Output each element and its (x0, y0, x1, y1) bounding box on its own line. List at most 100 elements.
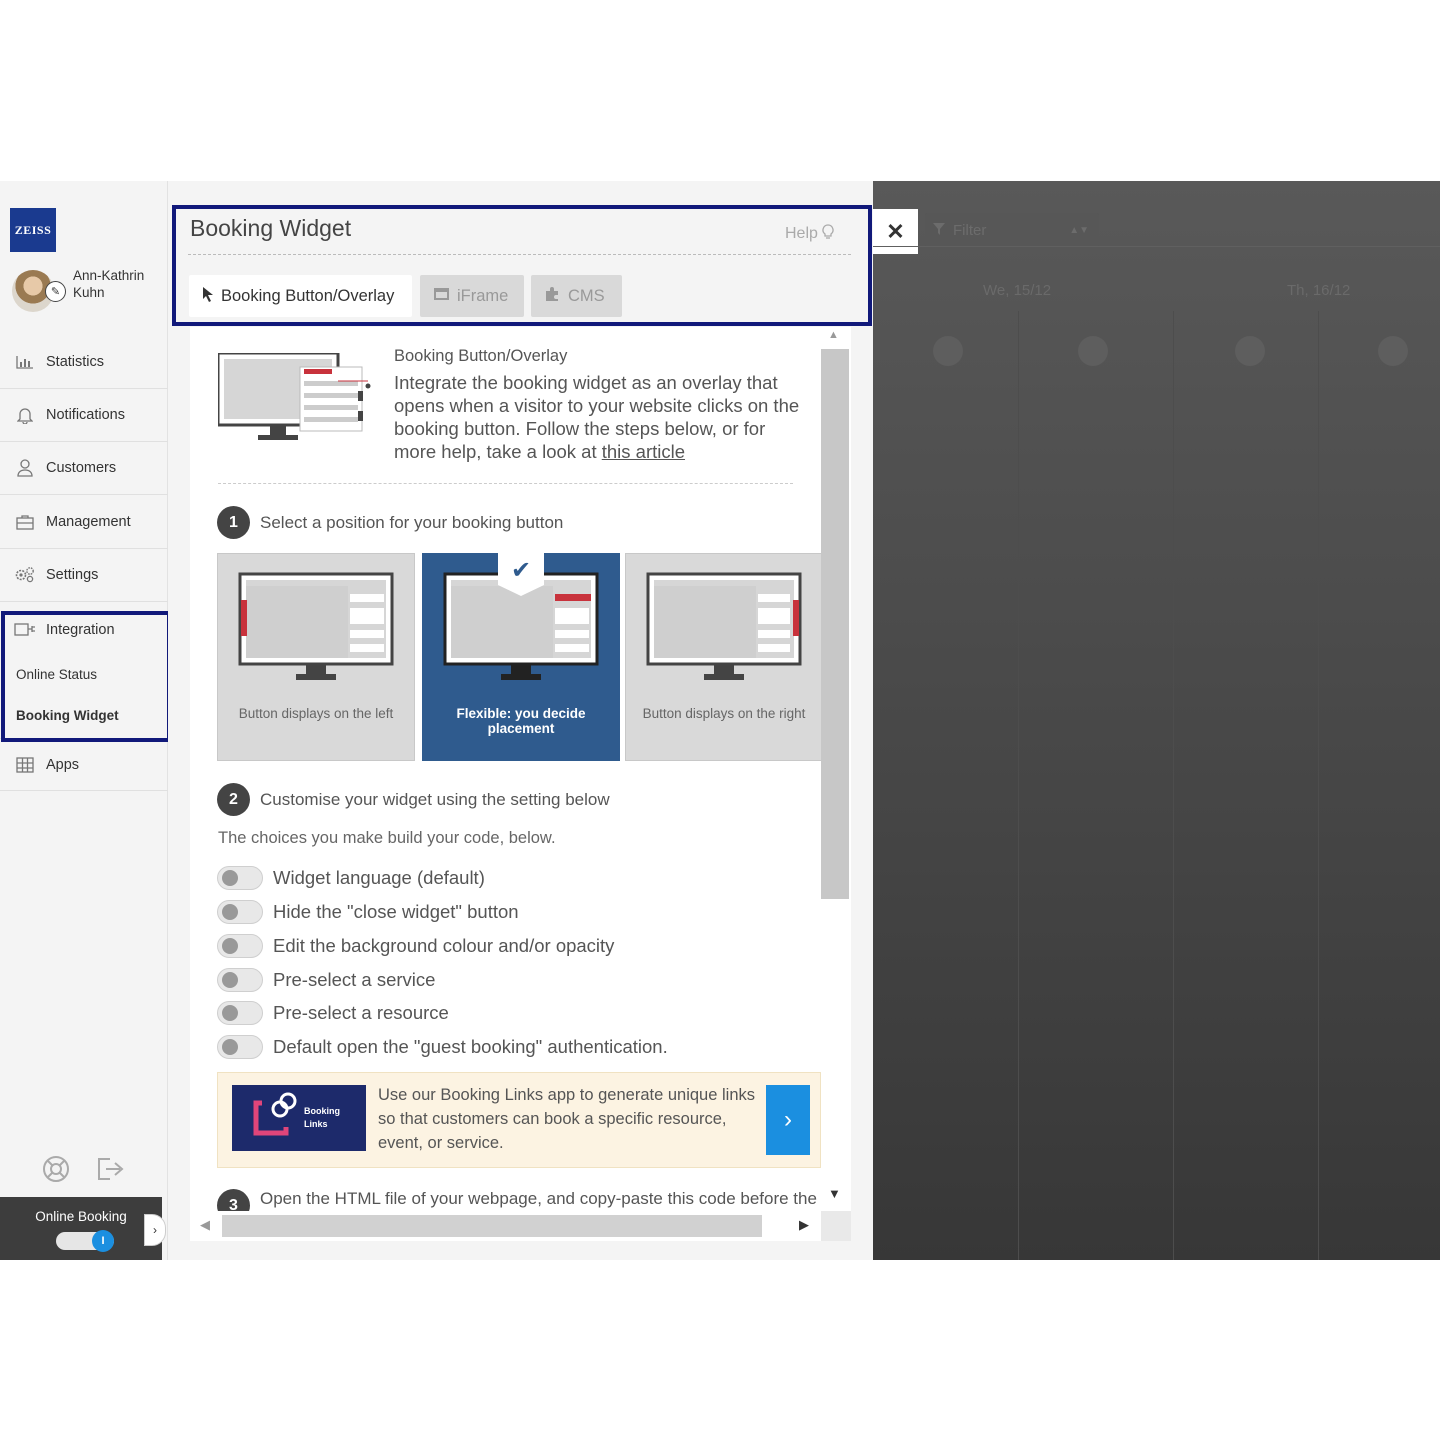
overlay-illustration (218, 353, 371, 440)
grid-icon (14, 756, 36, 774)
choices-note: The choices you make build your code, be… (218, 829, 556, 847)
option-label: Edit the background colour and/or opacit… (273, 935, 615, 956)
toggle-switch[interactable] (217, 866, 263, 890)
position-card-right[interactable]: Button displays on the right (625, 553, 821, 761)
option-background-colour[interactable]: Edit the background colour and/or opacit… (217, 933, 614, 959)
option-preselect-resource[interactable]: Pre-select a resource (217, 1000, 449, 1026)
vertical-scrollbar[interactable]: ▲ ▼ (821, 327, 851, 1211)
sidebar-item-notifications[interactable]: Notifications (0, 389, 168, 442)
toggle-switch[interactable] (217, 968, 263, 992)
booking-links-logo-text: Booking Links (304, 1106, 340, 1129)
gears-icon (14, 566, 36, 584)
step-2-badge: 2 (217, 783, 250, 816)
calendar-day-header: We, 15/12 (983, 282, 1052, 299)
sidebar-item-label: Management (46, 514, 131, 530)
user-icon (14, 459, 36, 477)
step-3-badge: 3 (217, 1189, 250, 1211)
sidebar-item-settings[interactable]: Settings (0, 549, 168, 602)
position-card-flexible[interactable]: ✔ Flexible: you decide placement (422, 552, 620, 761)
briefcase-icon (14, 513, 36, 531)
intro-divider (218, 483, 793, 484)
caret-icon: ▲▼ (1069, 224, 1089, 236)
booking-widget-panel: Booking Widget Help Booking Button/Overl… (168, 181, 873, 1260)
toggle-knob: I (92, 1230, 114, 1252)
option-widget-language[interactable]: Widget language (default) (217, 865, 485, 891)
sidebar: ZEISS ✎ Ann-Kathrin Kuhn Statistics Noti… (0, 181, 171, 1260)
position-caption: Button displays on the right (642, 706, 806, 721)
highlight-frame-header (172, 205, 872, 326)
position-card-left[interactable]: Button displays on the left (217, 553, 415, 761)
intro-title: Booking Button/Overlay (394, 347, 568, 365)
step-1-badge: 1 (217, 506, 250, 539)
intro-text: Integrate the booking widget as an overl… (394, 371, 804, 463)
sidebar-item-label: Notifications (46, 407, 125, 423)
option-guest-booking[interactable]: Default open the "guest booking" authent… (217, 1034, 668, 1060)
online-booking-label: Online Booking (35, 1209, 127, 1224)
option-label: Default open the "guest booking" authent… (273, 1036, 668, 1057)
calendar-column-divider (1018, 311, 1019, 1260)
scroll-right-icon[interactable]: ▶ (799, 1217, 809, 1233)
sidebar-item-label: Customers (46, 460, 117, 476)
scrollbar-thumb[interactable] (222, 1215, 762, 1237)
content-scroll-area[interactable]: Booking Button/Overlay Integrate the boo… (190, 327, 821, 1211)
calendar-column-divider (1318, 311, 1319, 1260)
sidebar-item-label: Apps (46, 756, 80, 773)
bell-icon (14, 406, 36, 424)
booking-links-promo: Booking Links Use our Booking Links app … (217, 1072, 821, 1168)
sidebar-item-label: Statistics (46, 354, 105, 370)
filter-icon (933, 222, 945, 239)
option-preselect-service[interactable]: Pre-select a service (217, 967, 435, 993)
lifebuoy-icon[interactable] (41, 1154, 71, 1184)
scroll-down-icon[interactable]: ▼ (828, 1186, 841, 1201)
calendar-resource-avatar (1235, 336, 1265, 366)
calendar-resource-avatar (933, 336, 963, 366)
promo-chevron-right-icon[interactable]: › (766, 1085, 810, 1155)
step-2-text: Customise your widget using the setting … (260, 790, 610, 809)
intro-body: Integrate the booking widget as an overl… (394, 372, 800, 462)
calendar-resource-avatar (1378, 336, 1408, 366)
this-article-link[interactable]: this article (602, 441, 685, 462)
toggle-switch[interactable] (217, 1035, 263, 1059)
step-1-text: Select a position for your booking butto… (260, 513, 564, 532)
toggle-switch[interactable] (217, 934, 263, 958)
zeiss-logo[interactable]: ZEISS (10, 208, 56, 252)
user-name: Ann-Kathrin Kuhn (73, 268, 145, 300)
scroll-left-icon[interactable]: ◀ (200, 1217, 210, 1233)
position-caption: Flexible: you decide placement (456, 706, 586, 736)
option-label: Pre-select a resource (273, 1002, 449, 1023)
scrollbar-thumb[interactable] (821, 349, 849, 899)
calendar-resource-avatar (1078, 336, 1108, 366)
step-3-text: Open the HTML file of your webpage, and … (260, 1189, 817, 1208)
toggle-switch[interactable] (217, 1001, 263, 1025)
logout-icon[interactable] (96, 1154, 126, 1184)
highlight-frame-sidebar (1, 611, 171, 742)
online-booking-panel: Online Booking I (0, 1197, 162, 1260)
sidebar-item-management[interactable]: Management (0, 496, 168, 549)
calendar-column-divider (1173, 311, 1174, 1260)
position-caption: Button displays on the left (238, 706, 394, 721)
sidebar-item-label: Settings (46, 567, 99, 583)
booking-links-logo: Booking Links (232, 1085, 366, 1151)
scrollbar-corner (821, 1211, 851, 1241)
option-label: Hide the "close widget" button (273, 901, 519, 922)
calendar-header-divider (873, 246, 1440, 247)
sidebar-item-customers[interactable]: Customers (0, 442, 168, 495)
sidebar-item-apps[interactable]: Apps (0, 738, 168, 791)
toggle-switch[interactable] (217, 900, 263, 924)
monitor-right-illustration (646, 572, 802, 680)
filter-placeholder: Filter (953, 221, 987, 239)
online-booking-toggle[interactable]: I (56, 1230, 114, 1252)
dimmed-calendar-background[interactable]: ✕ Filter ▲▼ We, 15/12 Th, 16/12 (873, 181, 1440, 1260)
collapse-sidebar-chevron-icon[interactable]: › (144, 1214, 166, 1246)
close-icon[interactable]: ✕ (873, 209, 918, 254)
calendar-day-header: Th, 16/12 (1287, 282, 1351, 299)
sidebar-item-statistics[interactable]: Statistics (0, 336, 168, 389)
scroll-up-icon[interactable]: ▲ (828, 329, 839, 341)
filter-select[interactable]: Filter ▲▼ (925, 213, 1099, 247)
app-window: ZEISS ✎ Ann-Kathrin Kuhn Statistics Noti… (0, 181, 1440, 1260)
edit-profile-icon[interactable]: ✎ (45, 281, 66, 302)
monitor-left-illustration (238, 572, 394, 680)
option-hide-close-button[interactable]: Hide the "close widget" button (217, 899, 519, 925)
bar-chart-icon (14, 353, 36, 371)
horizontal-scrollbar[interactable]: ◀ ▶ (190, 1211, 851, 1241)
